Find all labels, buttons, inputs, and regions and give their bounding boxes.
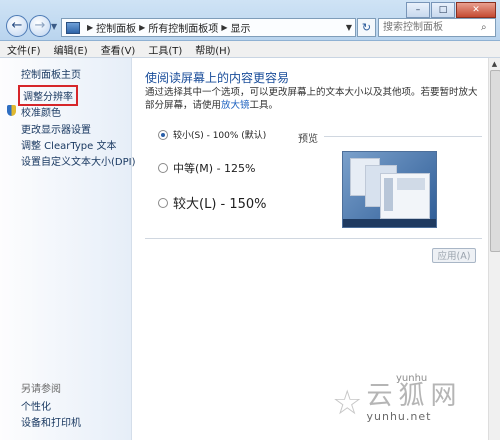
watermark: ☆ 云狐网 yunhu.net [332,382,463,423]
sidebar: 控制面板主页 调整分辨率 校准颜色 更改显示器设置 调整 ClearType 文… [0,58,135,440]
radio-larger[interactable] [158,197,168,208]
watermark-text-block: 云狐网 yunhu.net [366,382,462,423]
option-smaller[interactable]: 较小(S) - 100% (默认) [158,128,266,141]
option-smaller-label: 较小(S) - 100% (默认) [173,131,267,141]
option-larger-label: 较大(L) - 150% [173,197,267,212]
watermark-domain: yunhu.net [366,410,432,423]
option-medium[interactable]: 中等(M) - 125% [158,160,255,176]
star-icon: ☆ [332,382,363,423]
preview-label: 预览 [298,134,318,145]
minimize-button[interactable]: – [406,2,430,18]
recent-pages-dropdown[interactable]: ▼ [51,22,57,31]
shield-icon [7,105,16,116]
window-controls: – □ ✕ [405,2,496,18]
sidebar-item-adjust-resolution[interactable]: 调整分辨率 [18,85,78,106]
content-divider [145,238,482,239]
sidebar-item-devices-printers[interactable]: 设备和打印机 [21,414,81,429]
magnifier-link[interactable]: 放大镜 [221,100,250,111]
address-dropdown-icon[interactable]: ▼ [343,23,355,32]
page-title: 使阅读屏幕上的内容更容易 [145,71,290,85]
title-bar: – □ ✕ ← → ▼ ▶ 控制面板 ▶ 所有控制面板项 ▶ 显示 ▼ ↻ ⌕ [0,0,500,41]
preview-window [380,173,430,219]
description-text: 通过选择其中一个选项，可以更改屏幕上的文本大小以及其他项。若要暂时放大部分屏幕，… [145,87,478,111]
option-larger[interactable]: 较大(L) - 150% [158,193,267,212]
menu-bar: 文件(F) 编辑(E) 查看(V) 工具(T) 帮助(H) [0,41,500,58]
page-description: 通过选择其中一个选项，可以更改屏幕上的文本大小以及其他项。若要暂时放大部分屏幕，… [145,86,485,112]
sidebar-item-display-settings[interactable]: 更改显示器设置 [21,121,91,136]
description-suffix: 工具。 [249,100,279,111]
menu-edit[interactable]: 编辑(E) [47,42,94,57]
breadcrumb-separator-icon: ▶ [139,23,146,32]
watermark-text: 云狐网 [366,381,463,411]
menu-help[interactable]: 帮助(H) [188,42,236,57]
radio-medium[interactable] [158,163,168,173]
breadcrumb-separator-icon: ▶ [87,23,94,32]
vertical-scrollbar[interactable]: ▲ [488,58,500,440]
breadcrumb-all-items[interactable]: 所有控制面板项 [148,20,218,35]
preview-image [342,151,437,228]
see-also-heading: 另请参阅 [21,384,61,395]
address-bar[interactable]: ▶ 控制面板 ▶ 所有控制面板项 ▶ 显示 ▼ [61,18,356,37]
menu-tools[interactable]: 工具(T) [141,42,188,57]
sidebar-item-custom-dpi[interactable]: 设置自定义文本大小(DPI) [21,153,135,168]
close-button[interactable]: ✕ [456,2,496,18]
maximize-button[interactable]: □ [431,2,455,18]
back-button[interactable]: ← [6,15,28,37]
computer-icon [66,21,80,34]
sidebar-item-home[interactable]: 控制面板主页 [21,66,81,81]
search-box[interactable]: ⌕ [378,18,496,37]
breadcrumb-separator-icon: ▶ [221,23,228,32]
search-icon[interactable]: ⌕ [481,22,487,33]
breadcrumb-display[interactable]: 显示 [230,20,250,35]
forward-button[interactable]: → [29,15,51,37]
search-input[interactable] [379,21,481,34]
breadcrumb-control-panel[interactable]: 控制面板 [96,20,136,35]
scroll-up-icon[interactable]: ▲ [489,58,500,70]
sidebar-item-personalization[interactable]: 个性化 [21,398,51,413]
apply-button[interactable]: 应用(A) [432,248,476,263]
sidebar-item-calibrate-color[interactable]: 校准颜色 [21,104,61,119]
option-medium-label: 中等(M) - 125% [173,162,256,175]
sidebar-item-cleartype[interactable]: 调整 ClearType 文本 [21,137,116,152]
scrollbar-thumb[interactable] [490,70,500,252]
preview-taskbar [343,219,436,227]
preview-divider [324,136,482,137]
menu-view[interactable]: 查看(V) [94,42,142,57]
radio-smaller[interactable] [158,129,168,140]
menu-file[interactable]: 文件(F) [0,42,47,57]
refresh-icon[interactable]: ↻ [357,18,376,37]
